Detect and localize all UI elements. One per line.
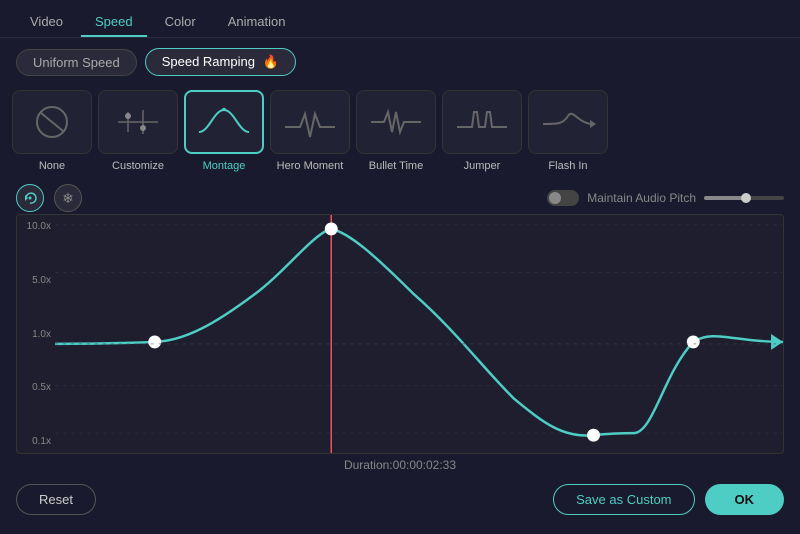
y-label-01: 0.1x — [21, 436, 51, 447]
tab-speed[interactable]: Speed — [81, 8, 147, 37]
y-label-1: 1.0x — [21, 329, 51, 340]
mode-row: Uniform Speed Speed Ramping 🔥 — [0, 38, 800, 86]
preset-flash-in[interactable]: Flash In — [528, 90, 608, 172]
y-label-5: 5.0x — [21, 275, 51, 286]
bottom-row: Reset Save as Custom OK — [0, 476, 800, 523]
preset-hero-moment[interactable]: Hero Moment — [270, 90, 350, 172]
preset-bullet-time-label: Bullet Time — [369, 160, 423, 172]
speed-ramping-button[interactable]: Speed Ramping 🔥 — [145, 48, 296, 76]
preset-customize[interactable]: Customize — [98, 90, 178, 172]
pitch-slider[interactable] — [704, 196, 784, 200]
tab-color[interactable]: Color — [151, 8, 210, 37]
tab-animation[interactable]: Animation — [214, 8, 300, 37]
duration-row: Duration:00:00:02:33 — [0, 454, 800, 476]
preset-bullet-time[interactable]: Bullet Time — [356, 90, 436, 172]
reset-button[interactable]: Reset — [16, 484, 96, 515]
y-label-10: 10.0x — [21, 221, 51, 232]
tab-video[interactable]: Video — [16, 8, 77, 37]
undo-button[interactable] — [16, 184, 44, 212]
ok-button[interactable]: OK — [705, 484, 785, 515]
snowflake-icon: ❄ — [62, 190, 74, 207]
presets-row: None Customize Montage — [0, 86, 800, 180]
fire-icon: 🔥 — [263, 54, 279, 69]
preset-jumper[interactable]: Jumper — [442, 90, 522, 172]
chart-canvas[interactable] — [55, 215, 783, 453]
undo-icon — [23, 191, 37, 205]
y-label-05: 0.5x — [21, 382, 51, 393]
duration-label: Duration: — [344, 458, 393, 472]
audio-pitch-label: Maintain Audio Pitch — [587, 191, 696, 205]
preset-none-label: None — [39, 160, 65, 172]
audio-pitch-control: Maintain Audio Pitch — [547, 190, 784, 206]
toggle-knob — [549, 192, 561, 204]
pitch-slider-knob — [741, 193, 751, 203]
preset-customize-label: Customize — [112, 160, 164, 172]
preset-none[interactable]: None — [12, 90, 92, 172]
top-nav: Video Speed Color Animation — [0, 0, 800, 38]
preset-montage[interactable]: Montage — [184, 90, 264, 172]
save-as-custom-button[interactable]: Save as Custom — [553, 484, 694, 515]
uniform-speed-button[interactable]: Uniform Speed — [16, 49, 137, 76]
controls-row: ❄ Maintain Audio Pitch — [0, 180, 800, 214]
freeze-button[interactable]: ❄ — [54, 184, 82, 212]
duration-value: 00:00:02:33 — [393, 458, 456, 472]
preset-flash-in-label: Flash In — [548, 160, 587, 172]
preset-jumper-label: Jumper — [464, 160, 501, 172]
preset-hero-moment-label: Hero Moment — [277, 160, 344, 172]
y-axis: 10.0x 5.0x 1.0x 0.5x 0.1x — [17, 215, 55, 453]
preset-montage-label: Montage — [203, 160, 246, 172]
audio-pitch-toggle[interactable] — [547, 190, 579, 206]
chart-area: 10.0x 5.0x 1.0x 0.5x 0.1x — [16, 214, 784, 454]
